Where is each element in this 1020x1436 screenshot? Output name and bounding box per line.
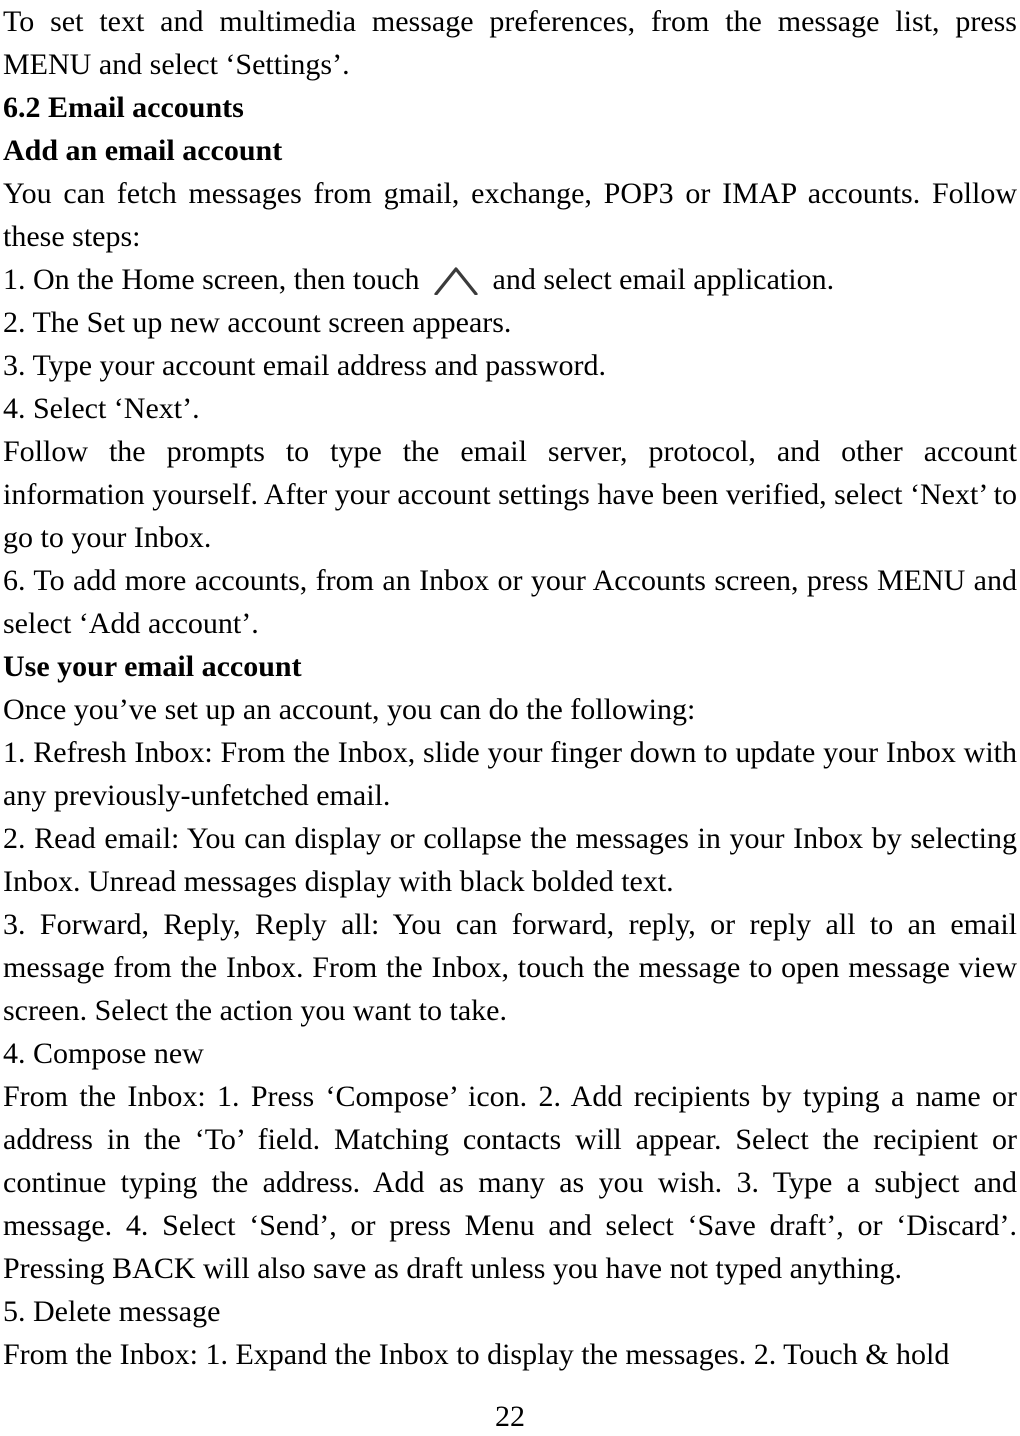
- use-step-3-forward-reply: 3. Forward, Reply, Reply all: You can fo…: [3, 908, 1017, 1027]
- step-1-text-after: and select email application.: [492, 263, 835, 296]
- step-4-select-next: 4. Select ‘Next’.: [3, 392, 200, 425]
- heading-6-2-email-accounts: 6.2 Email accounts: [3, 91, 244, 124]
- document-page: To set text and multimedia message prefe…: [0, 0, 1020, 1436]
- heading-use-your-email-account: Use your email account: [3, 650, 302, 683]
- step-2-setup-new-account: 2. The Set up new account screen appears…: [3, 306, 512, 339]
- paragraph-compose-instructions: From the Inbox: 1. Press ‘Compose’ icon.…: [3, 1080, 1017, 1285]
- chevron-up-icon: [433, 265, 479, 295]
- paragraph-once-set-up: Once you’ve set up an account, you can d…: [3, 693, 696, 726]
- paragraph-delete-instructions: From the Inbox: 1. Expand the Inbox to d…: [3, 1338, 950, 1371]
- step-1-home-screen-touch: 1. On the Home screen, then touch and se…: [3, 258, 1017, 301]
- use-step-4-compose-new: 4. Compose new: [3, 1037, 204, 1070]
- paragraph-fetch-messages: You can fetch messages from gmail, excha…: [3, 177, 1017, 253]
- page-number: 22: [495, 1400, 525, 1433]
- use-step-1-refresh-inbox: 1. Refresh Inbox: From the Inbox, slide …: [3, 736, 1017, 812]
- text-column: To set text and multimedia message prefe…: [3, 0, 1017, 1376]
- use-step-5-delete-message: 5. Delete message: [3, 1295, 221, 1328]
- paragraph-intro-settings: To set text and multimedia message prefe…: [3, 5, 1017, 81]
- step-1-text-before: 1. On the Home screen, then touch: [3, 263, 420, 296]
- heading-add-an-email-account: Add an email account: [3, 134, 283, 167]
- use-step-2-read-email: 2. Read email: You can display or collap…: [3, 822, 1017, 898]
- paragraph-follow-prompts: Follow the prompts to type the email ser…: [3, 435, 1017, 554]
- step-6-add-more-accounts: 6. To add more accounts, from an Inbox o…: [3, 564, 1017, 640]
- step-3-type-email-password: 3. Type your account email address and p…: [3, 349, 607, 382]
